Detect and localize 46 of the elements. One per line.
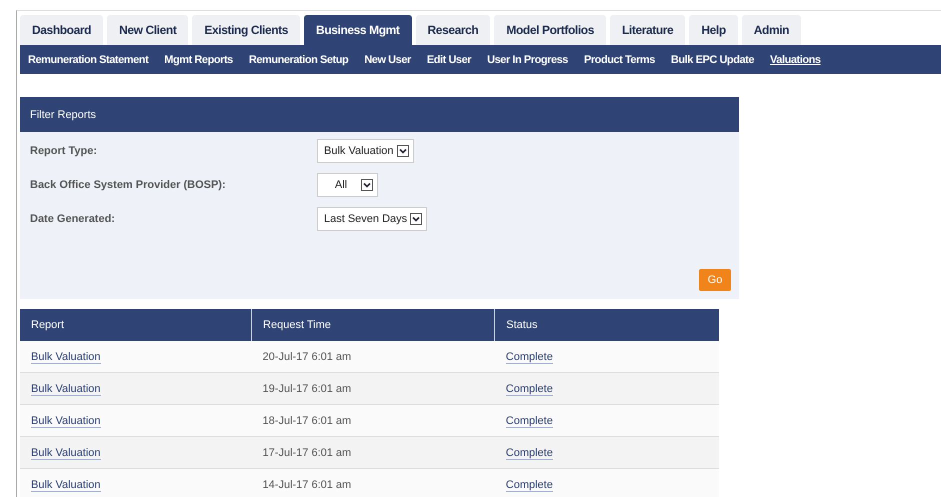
status-link[interactable]: Complete	[506, 350, 553, 364]
nav-tab[interactable]: New Client	[107, 15, 188, 45]
column-header: Report	[20, 309, 252, 341]
table-cell: 14-Jul-17 6:01 am	[252, 468, 495, 497]
status-link[interactable]: Complete	[506, 478, 553, 492]
field-label: Back Office System Provider (BOSP):	[30, 179, 227, 191]
nav-tab[interactable]: Literature	[610, 15, 686, 45]
table-cell: 17-Jul-17 6:01 am	[252, 436, 495, 468]
sub-nav-link[interactable]: User In Progress	[479, 54, 576, 66]
column-header: Request Time	[252, 309, 495, 341]
table-cell: 19-Jul-17 6:01 am	[252, 372, 495, 404]
column-header: Status	[494, 309, 719, 341]
caret-icon	[361, 179, 373, 191]
panel-header: Filter Reports	[20, 97, 739, 132]
field-label: Report Type:	[30, 145, 98, 157]
sub-nav-link[interactable]: Bulk EPC Update	[662, 54, 762, 66]
sub-nav-link[interactable]: Edit User	[418, 54, 480, 66]
nav-tab[interactable]: Help	[689, 15, 738, 45]
sub-nav-link[interactable]: Remuneration Statement	[20, 54, 156, 66]
sub-nav-link[interactable]: Valuations	[762, 54, 829, 66]
sub-nav-link[interactable]: New User	[356, 54, 419, 66]
sub-nav-link[interactable]: Mgmt Reports	[156, 54, 241, 66]
caret-icon	[396, 145, 409, 157]
field-label: Date Generated:	[30, 213, 116, 225]
caret-icon	[410, 213, 422, 225]
report-link[interactable]: Bulk Valuation	[31, 350, 101, 364]
nav-tab[interactable]: Existing Clients	[192, 15, 300, 45]
status-link[interactable]: Complete	[506, 446, 553, 460]
nav-tab[interactable]: Model Portfolios	[494, 15, 606, 45]
dropdown-select[interactable]: Bulk Valuation	[317, 139, 414, 163]
nav-tab[interactable]: Admin	[742, 15, 802, 45]
report-link[interactable]: Bulk Valuation	[31, 414, 101, 428]
dropdown-select[interactable]: All	[317, 173, 378, 197]
table-cell: 18-Jul-17 6:01 am	[252, 404, 495, 436]
report-link[interactable]: Bulk Valuation	[31, 446, 101, 460]
nav-tab[interactable]: Business Mgmt	[304, 15, 412, 45]
table-cell: 20-Jul-17 6:01 am	[252, 341, 495, 372]
report-link[interactable]: Bulk Valuation	[31, 478, 101, 492]
sub-nav-link[interactable]: Product Terms	[576, 54, 663, 66]
report-link[interactable]: Bulk Valuation	[31, 382, 101, 396]
sub-nav-link[interactable]: Remuneration Setup	[240, 54, 356, 66]
nav-tab[interactable]: Research	[416, 15, 490, 45]
nav-tab[interactable]: Dashboard	[20, 15, 104, 45]
status-link[interactable]: Complete	[506, 382, 553, 396]
status-link[interactable]: Complete	[506, 414, 553, 428]
dropdown-select[interactable]: Last Seven Days	[317, 207, 428, 231]
